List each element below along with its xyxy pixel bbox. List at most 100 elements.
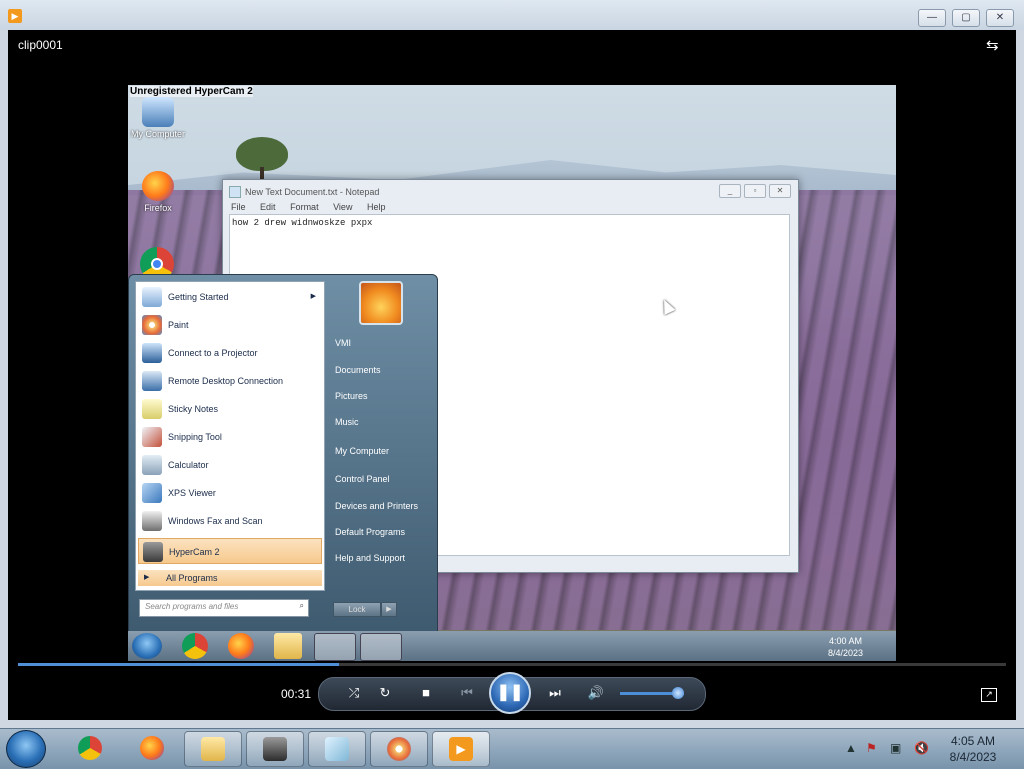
start-item-calculator: Calculator bbox=[138, 452, 322, 478]
start-right-music: Music bbox=[335, 417, 359, 427]
chrome-icon bbox=[78, 736, 102, 760]
repeat-icon[interactable]: ↻ bbox=[375, 683, 395, 703]
network-icon[interactable]: ▣ bbox=[890, 741, 901, 755]
fax-scan-icon bbox=[142, 511, 162, 531]
volume-muted-icon[interactable]: 🔇 bbox=[914, 741, 929, 755]
folder-icon bbox=[201, 737, 225, 761]
recorded-notepad-task bbox=[360, 633, 402, 661]
elapsed-time: 00:31 bbox=[281, 687, 312, 701]
snipping-tool-icon bbox=[142, 427, 162, 447]
start-item-sticky-notes: Sticky Notes bbox=[138, 396, 322, 422]
tree-image bbox=[236, 137, 288, 171]
start-search-box: Search programs and files ⌕ bbox=[139, 599, 309, 617]
desktop-icon-label: Firefox bbox=[144, 203, 172, 213]
computer-icon bbox=[142, 97, 174, 127]
lock-button: Lock bbox=[333, 602, 381, 617]
next-icon[interactable]: ⏭ bbox=[540, 683, 570, 703]
start-right-default-programs: Default Programs bbox=[335, 527, 406, 537]
start-item-hypercam: HyperCam 2 bbox=[138, 538, 322, 564]
start-right-help-support: Help and Support bbox=[335, 553, 406, 563]
start-right-control-panel: Control Panel bbox=[335, 474, 390, 484]
title-bar bbox=[0, 0, 1024, 30]
start-right-pictures: Pictures bbox=[335, 391, 368, 401]
lock-options-arrow-icon: ▶ bbox=[381, 602, 397, 617]
pause-button[interactable]: ❚❚ bbox=[489, 672, 531, 714]
taskbar-explorer[interactable] bbox=[184, 731, 242, 767]
action-center-icon[interactable]: ⚑ bbox=[866, 741, 877, 755]
hypercam-icon bbox=[143, 542, 163, 562]
submenu-arrow-icon: ▶ bbox=[310, 293, 316, 300]
previous-icon[interactable]: ⏮ bbox=[452, 683, 482, 703]
media-player-icon: ▶ bbox=[449, 737, 473, 761]
player-app-icon: ▶ bbox=[8, 9, 22, 23]
taskbar-paint[interactable] bbox=[370, 731, 428, 767]
desktop-icon-label: My Computer bbox=[130, 129, 185, 139]
menu-file: File bbox=[231, 202, 246, 212]
notepad-menubar: File Edit Format View Help bbox=[231, 202, 397, 212]
recorded-start-orb-icon bbox=[132, 633, 162, 659]
start-item-getting-started: Getting Started ▶ bbox=[138, 284, 322, 310]
taskbar-firefox[interactable] bbox=[124, 731, 180, 765]
video-frame: Unregistered HyperCam 2 My Computer Fire… bbox=[128, 85, 896, 661]
recorded-clock: 4:00 AM 8/4/2023 bbox=[828, 636, 864, 658]
shuffle-icon[interactable]: ⤮ bbox=[344, 683, 364, 703]
start-item-remote-desktop: Remote Desktop Connection bbox=[138, 368, 322, 394]
start-item-xps-viewer: XPS Viewer bbox=[138, 480, 322, 506]
calculator-icon bbox=[142, 455, 162, 475]
recording-watermark: Unregistered HyperCam 2 bbox=[130, 86, 253, 97]
start-menu-programs-pane: Getting Started ▶ Paint Connect to a Pro… bbox=[135, 281, 325, 591]
start-right-vmi: VMI bbox=[335, 338, 352, 348]
stop-icon[interactable]: ■ bbox=[416, 683, 436, 703]
taskbar-notepad[interactable] bbox=[308, 731, 366, 767]
user-avatar bbox=[359, 281, 403, 325]
paint-icon bbox=[387, 737, 411, 761]
all-programs: ▶ All Programs bbox=[138, 570, 322, 586]
show-hidden-icons[interactable]: ▲ bbox=[845, 741, 857, 755]
notepad-title: New Text Document.txt - Notepad bbox=[245, 187, 380, 197]
menu-help: Help bbox=[366, 202, 386, 212]
desktop-icon-my-computer: My Computer bbox=[128, 97, 188, 139]
remote-desktop-icon bbox=[142, 371, 162, 391]
firefox-icon bbox=[140, 736, 164, 760]
menu-edit: Edit bbox=[260, 202, 276, 212]
notepad-maximize: ▫ bbox=[744, 184, 766, 198]
notepad-close: ✕ bbox=[769, 184, 791, 198]
minimize-button[interactable]: — bbox=[918, 9, 946, 27]
start-item-snipping-tool: Snipping Tool bbox=[138, 424, 322, 450]
volume-slider-knob[interactable] bbox=[671, 687, 684, 699]
recorded-chrome-icon bbox=[182, 633, 208, 659]
fullscreen-icon[interactable]: ↗ bbox=[981, 688, 997, 702]
desktop-icon-firefox: Firefox bbox=[128, 171, 188, 213]
start-right-documents: Documents bbox=[335, 365, 381, 375]
menu-format: Format bbox=[290, 202, 319, 212]
projector-icon bbox=[142, 343, 162, 363]
notepad-minimize: _ bbox=[719, 184, 741, 198]
volume-icon[interactable]: 🔊 bbox=[585, 683, 607, 703]
taskbar-clock[interactable]: 4:05 AM 8/4/2023 bbox=[930, 733, 1016, 765]
menu-view: View bbox=[333, 202, 353, 212]
notepad-icon bbox=[325, 737, 349, 761]
hypercam-icon bbox=[263, 737, 287, 761]
close-button[interactable]: ✕ bbox=[986, 9, 1014, 27]
notepad-icon bbox=[229, 186, 241, 198]
search-icon: ⌕ bbox=[299, 601, 304, 610]
recorded-explorer-icon bbox=[274, 633, 302, 659]
taskbar-chrome[interactable] bbox=[62, 731, 118, 765]
clip-title: clip0001 bbox=[18, 38, 63, 52]
recorded-firefox-icon bbox=[228, 633, 254, 659]
start-menu: Getting Started ▶ Paint Connect to a Pro… bbox=[128, 274, 438, 636]
firefox-icon bbox=[142, 171, 174, 201]
taskbar-hypercam[interactable] bbox=[246, 731, 304, 767]
recorded-taskbar bbox=[128, 631, 896, 661]
start-button[interactable] bbox=[6, 730, 46, 768]
recorded-hypercam-task bbox=[314, 633, 356, 661]
getting-started-icon bbox=[142, 287, 162, 307]
all-programs-arrow-icon: ▶ bbox=[144, 574, 150, 581]
paint-icon bbox=[142, 315, 162, 335]
maximize-button[interactable]: ▢ bbox=[952, 9, 980, 27]
xps-viewer-icon bbox=[142, 483, 162, 503]
start-item-paint: Paint bbox=[138, 312, 322, 338]
start-right-my-computer: My Computer bbox=[335, 446, 390, 456]
taskbar-media-player[interactable]: ▶ bbox=[432, 731, 490, 767]
switch-to-library-icon[interactable]: ⇆ bbox=[986, 38, 1006, 54]
